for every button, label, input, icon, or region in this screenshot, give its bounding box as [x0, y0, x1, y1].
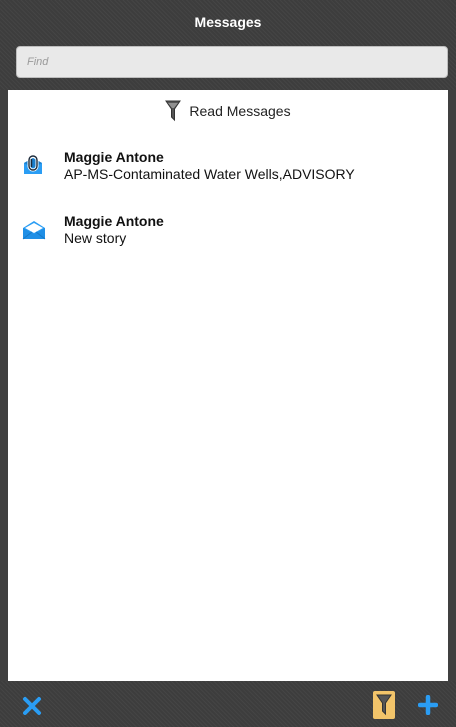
header: Messages — [0, 0, 456, 90]
add-icon — [417, 694, 439, 716]
attachment-icon — [22, 154, 44, 177]
footer-toolbar — [0, 681, 456, 727]
list-item[interactable]: Maggie Antone AP-MS-Contaminated Water W… — [8, 147, 448, 199]
filter-status: Read Messages — [8, 98, 448, 124]
search-input[interactable] — [17, 47, 447, 77]
funnel-icon — [165, 100, 182, 122]
message-subject: New story — [64, 230, 127, 246]
open-envelope-icon — [22, 219, 46, 241]
add-button[interactable] — [417, 694, 439, 716]
list-item[interactable]: Maggie Antone New story — [8, 211, 448, 263]
funnel-icon — [376, 694, 392, 716]
close-button[interactable] — [22, 696, 42, 716]
message-subject: AP-MS-Contaminated Water Wells,ADVISORY — [64, 166, 355, 182]
message-sender: Maggie Antone — [64, 149, 164, 165]
messages-window: Messages Read Messages — [0, 0, 456, 727]
search-box — [16, 46, 448, 78]
message-sender: Maggie Antone — [64, 213, 164, 229]
filter-label: Read Messages — [189, 103, 291, 119]
close-icon — [23, 697, 41, 715]
message-list: Read Messages Maggie Antone AP-MS-Contam… — [8, 90, 448, 681]
page-title: Messages — [194, 14, 262, 30]
filter-button[interactable] — [373, 691, 395, 719]
